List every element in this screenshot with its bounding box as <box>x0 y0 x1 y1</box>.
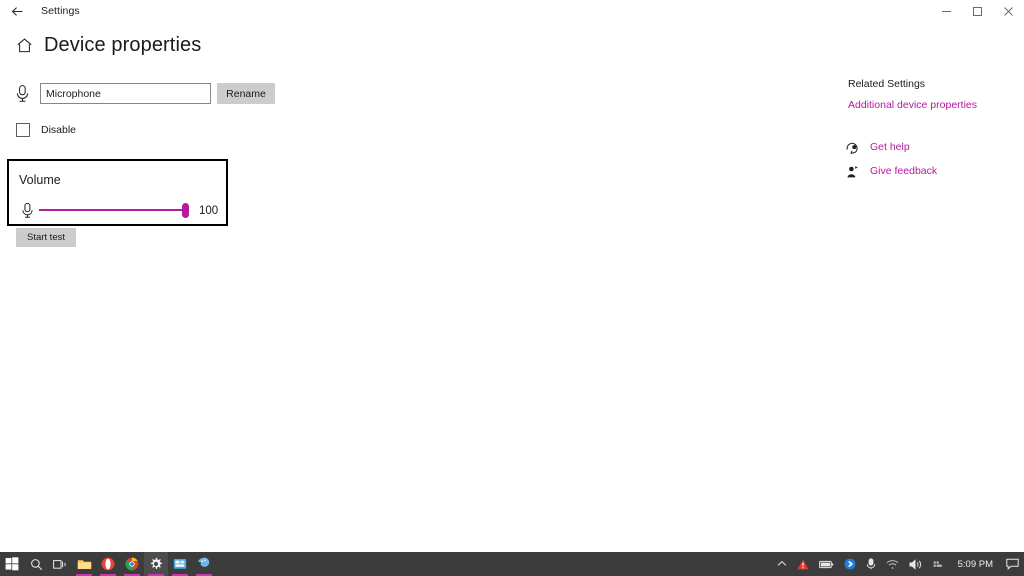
start-button[interactable] <box>0 552 24 576</box>
input-indicator[interactable] <box>928 552 950 576</box>
paint-button[interactable] <box>192 552 216 576</box>
app-title: Settings <box>41 5 80 17</box>
device-name-input[interactable] <box>40 83 211 104</box>
settings-window: Settings Device properties Microphone Re… <box>0 0 1024 576</box>
disable-checkbox[interactable] <box>16 123 30 137</box>
maximize-button[interactable] <box>962 0 993 23</box>
give-feedback-link[interactable]: Give feedback <box>870 165 937 177</box>
back-button[interactable] <box>5 0 29 23</box>
warning-status-icon[interactable] <box>792 552 814 576</box>
rename-button[interactable]: Rename <box>217 83 275 104</box>
volume-icon[interactable] <box>904 552 928 576</box>
volume-section-title: Volume <box>19 173 61 187</box>
related-settings-section: Related Settings Additional device prope… <box>848 78 1018 111</box>
title-bar: Settings <box>0 0 1024 23</box>
home-icon[interactable] <box>16 37 33 54</box>
action-center-button[interactable] <box>1001 552 1024 576</box>
network-icon[interactable] <box>881 552 904 576</box>
volume-slider-track <box>39 209 189 211</box>
taskbar-clock[interactable]: 5:09 PM <box>950 552 1001 576</box>
help-links-section: Get help Give feedback <box>846 138 937 186</box>
volume-slider[interactable] <box>39 202 189 219</box>
search-button[interactable] <box>24 552 48 576</box>
volume-value: 100 <box>199 204 219 217</box>
get-help-row[interactable]: Get help <box>846 138 937 156</box>
page-title: Device properties <box>44 34 202 56</box>
device-name-row: Rename <box>14 83 275 104</box>
window-controls <box>931 0 1024 23</box>
get-help-link[interactable]: Get help <box>870 141 910 153</box>
help-headset-icon <box>846 141 859 154</box>
volume-slider-thumb[interactable] <box>182 203 189 218</box>
microphone-in-use-icon[interactable] <box>861 552 881 576</box>
battery-icon[interactable] <box>814 552 839 576</box>
file-explorer-button[interactable] <box>72 552 96 576</box>
disable-checkbox-row[interactable]: Disable <box>16 123 76 137</box>
disable-label: Disable <box>41 124 77 136</box>
related-settings-heading: Related Settings <box>848 78 926 90</box>
minimize-button[interactable] <box>931 0 962 23</box>
show-hidden-icons-button[interactable] <box>772 552 792 576</box>
task-view-button[interactable] <box>48 552 72 576</box>
give-feedback-row[interactable]: Give feedback <box>846 162 937 180</box>
store-button[interactable] <box>168 552 192 576</box>
chrome-button[interactable] <box>120 552 144 576</box>
additional-device-properties-link[interactable]: Additional device properties <box>848 99 1018 111</box>
volume-slider-row: 100 <box>20 202 218 219</box>
system-tray: 5:09 PM <box>772 552 1024 576</box>
microphone-icon <box>20 202 35 219</box>
settings-button[interactable] <box>144 552 168 576</box>
close-button[interactable] <box>993 0 1024 23</box>
bluetooth-icon[interactable] <box>839 552 861 576</box>
start-test-button[interactable]: Start test <box>16 228 76 247</box>
microphone-icon <box>14 84 31 103</box>
feedback-person-icon <box>846 165 859 178</box>
page-header: Device properties <box>16 34 201 57</box>
opera-button[interactable] <box>96 552 120 576</box>
volume-group: Volume 100 <box>7 159 228 226</box>
taskbar: 5:09 PM <box>0 552 1024 576</box>
